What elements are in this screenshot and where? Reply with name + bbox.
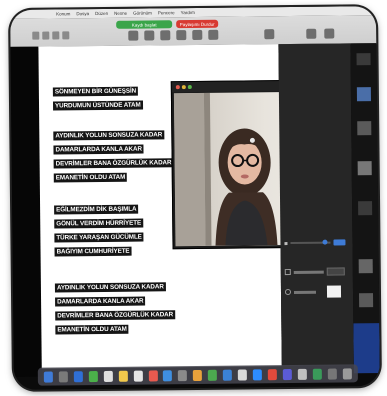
add-icon[interactable]: [62, 31, 70, 40]
minimize-icon[interactable]: [181, 85, 186, 90]
option-label-bar: [293, 270, 324, 274]
menu-item[interactable]: Düzen: [95, 11, 108, 16]
window-icon[interactable]: [32, 31, 40, 40]
screenshot-frame: Konum Dosya Düzen Nesne Görünüm Pencere …: [10, 6, 380, 390]
zoom-icon[interactable]: [52, 31, 60, 40]
checkbox[interactable]: [284, 269, 291, 276]
menu-item[interactable]: Nesne: [114, 11, 127, 16]
sidebar-icon[interactable]: [42, 31, 50, 40]
downloads-icon[interactable]: [327, 368, 337, 380]
chrome-icon[interactable]: [267, 368, 277, 380]
photos-icon[interactable]: [297, 368, 307, 380]
zoom-icon[interactable]: [252, 368, 263, 380]
menu-item[interactable]: Pencere: [158, 10, 175, 15]
preview-icon[interactable]: [237, 368, 248, 381]
slider-thumb[interactable]: [322, 239, 328, 245]
dock: [37, 364, 358, 386]
calendar-icon[interactable]: [133, 370, 143, 382]
close-icon[interactable]: [175, 85, 180, 90]
menu-item[interactable]: Dosya: [76, 11, 89, 16]
format-icon[interactable]: [306, 28, 317, 39]
stop-share-button[interactable]: Paylaşımı Durdur: [176, 19, 219, 29]
desktop-icons: [353, 53, 380, 374]
shape-tool-icon[interactable]: [144, 30, 155, 41]
poem-line: BAĞIYIM CUMHURİYETE: [54, 246, 132, 257]
poem-stanza: AYDINLIK YOLUN SONSUZA KADAR DAMARLARDA …: [53, 123, 174, 183]
facetime-icon[interactable]: [312, 368, 322, 380]
pages-icon[interactable]: [193, 369, 203, 381]
maximize-icon[interactable]: [187, 85, 192, 90]
numbers-icon[interactable]: [208, 369, 218, 381]
sidebar-option-row[interactable]: [284, 267, 345, 276]
poem-stanza: EĞİLMEZDİM DİK BAŞIMLA GÖNÜL VERDİM HÜRR…: [54, 198, 144, 257]
menu-item[interactable]: Yardım: [181, 10, 195, 15]
launchpad-icon[interactable]: [58, 370, 68, 382]
safari-icon[interactable]: [73, 370, 83, 382]
table-tool-icon[interactable]: [160, 30, 171, 41]
left-desktop-strip: [10, 46, 42, 377]
text-tool-icon[interactable]: [128, 30, 139, 41]
mail-icon[interactable]: [103, 370, 113, 382]
trash-icon[interactable]: [342, 367, 352, 379]
share-icon[interactable]: [264, 29, 275, 40]
format-sidebar: [278, 43, 354, 367]
finder-icon[interactable]: [43, 370, 53, 383]
menu-item[interactable]: Konum: [56, 11, 70, 16]
sidebar-slider-row[interactable]: [284, 239, 346, 246]
right-desktop-strip: [350, 43, 380, 374]
keynote-icon[interactable]: [223, 369, 233, 381]
value-field[interactable]: [333, 239, 346, 246]
poem-stanza: SÖNMEYEN BİR GÜNEŞSİN YURDUMUN ÜSTÜNDE A…: [52, 80, 143, 111]
document-icon[interactable]: [324, 28, 335, 39]
option-label-bar: [293, 290, 317, 294]
video-app-icon[interactable]: [282, 368, 292, 380]
app-store-icon[interactable]: [163, 369, 173, 381]
media-tool-icon[interactable]: [192, 29, 203, 41]
chart-tool-icon[interactable]: [176, 30, 187, 41]
toolbar-left-group: [32, 31, 70, 40]
menu-item[interactable]: Görünüm: [133, 10, 152, 15]
music-icon[interactable]: [148, 369, 158, 381]
recording-indicator[interactable]: Kaydı başlat: [116, 20, 173, 29]
messages-icon[interactable]: [88, 370, 98, 382]
preview-swatch[interactable]: [326, 285, 342, 298]
poem-stanza: AYDINLIK YOLUN SONSUZA KADAR DAMARLARDA …: [54, 275, 176, 335]
option-select[interactable]: [326, 267, 345, 276]
poem-line: EMANETİN OLDU ATAM: [55, 324, 129, 335]
poem-line: EMANETİN OLDU ATAM: [53, 172, 128, 183]
slider-track[interactable]: [290, 239, 331, 245]
radio-button[interactable]: [284, 289, 292, 296]
comment-tool-icon[interactable]: [208, 29, 219, 40]
sidebar-option-row[interactable]: [284, 285, 342, 298]
bullet-icon: [284, 241, 288, 245]
notes-icon[interactable]: [118, 370, 128, 382]
poem-line: YURDUMUN ÜSTÜNDE ATAM: [52, 100, 143, 111]
settings-icon[interactable]: [178, 369, 188, 381]
